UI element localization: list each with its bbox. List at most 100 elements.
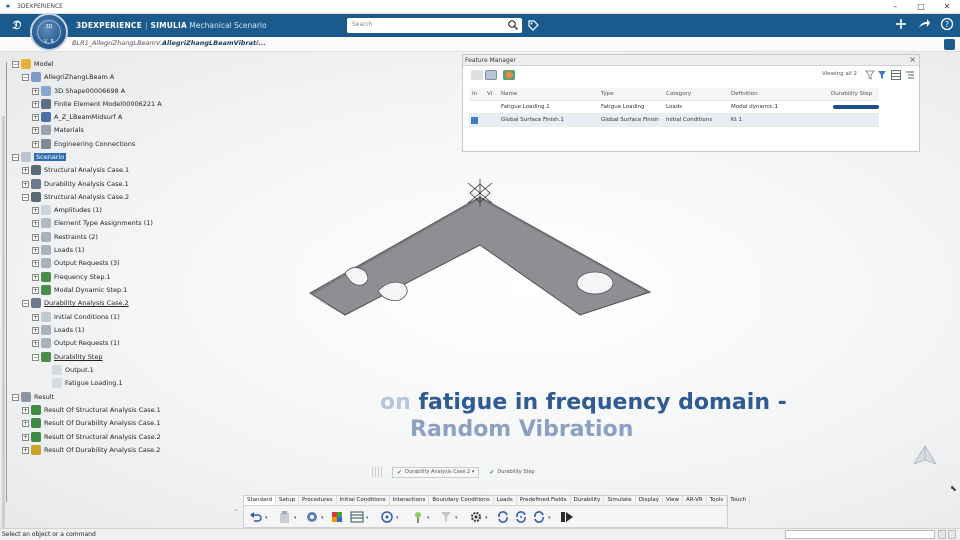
expand-icon[interactable]: + [32, 326, 39, 334]
tree-node-frequency-step[interactable]: + Frequency Step.1 [32, 271, 111, 283]
expand-icon[interactable]: + [32, 313, 39, 321]
tree-node-fatigue-loading[interactable]: Fatigue Loading.1 [52, 377, 123, 389]
dropdown-icon[interactable]: ▾ [396, 515, 399, 521]
filter-step-icon[interactable] [485, 70, 497, 80]
status-button-icon[interactable] [938, 530, 946, 539]
column-vi[interactable]: Vi [487, 91, 492, 97]
expand-icon[interactable]: + [22, 419, 29, 427]
tab-standard[interactable]: Standard [244, 496, 277, 505]
action-bar-toggle[interactable]: ⌄ [233, 505, 242, 527]
expand-icon[interactable]: + [32, 206, 39, 214]
expand-icon[interactable]: + [32, 273, 39, 281]
add-tab-button[interactable]: + [254, 38, 261, 47]
search-icon[interactable] [507, 19, 519, 31]
tree-node-3dshape[interactable]: +3D Shape00006698 A [32, 85, 125, 97]
tag-icon[interactable] [527, 19, 540, 32]
expand-icon[interactable]: + [22, 433, 29, 441]
column-in[interactable]: In [472, 91, 477, 97]
dropdown-icon[interactable]: ▾ [294, 515, 297, 521]
dropdown-icon[interactable]: ▾ [485, 515, 488, 521]
expand-icon[interactable]: + [22, 446, 29, 454]
tab-allegri-vibration[interactable]: AllegriZhangLBeamVibrati... [162, 39, 266, 47]
column-category[interactable]: Category [666, 91, 691, 97]
tab-initial-conditions[interactable]: Initial Conditions [337, 496, 390, 505]
tab-procedures[interactable]: Procedures [299, 496, 337, 505]
tree-node-output-requests-2[interactable]: + Output Requests (1) [32, 337, 120, 349]
close-icon[interactable]: × [909, 55, 916, 64]
tree-node-initial-conditions[interactable]: + Initial Conditions (1) [32, 311, 120, 323]
l-beam-model[interactable] [300, 175, 660, 325]
expand-icon[interactable]: + [32, 233, 39, 241]
close-button[interactable]: ✕ [934, 0, 960, 14]
material-icon[interactable] [330, 510, 344, 524]
tab-display[interactable]: Display [636, 496, 663, 505]
maximize-button[interactable]: □ [908, 0, 934, 14]
tree-node-dac1[interactable]: + Durability Analysis Case.1 [22, 178, 129, 190]
grip-icon[interactable] [372, 467, 384, 477]
dropdown-icon[interactable]: ▾ [455, 515, 458, 521]
step-selector[interactable]: ✔ Durability Step [485, 468, 538, 477]
expand-icon[interactable]: + [32, 126, 39, 134]
tree-node-model[interactable]: − Model [12, 58, 54, 70]
search-input[interactable]: Search [347, 18, 522, 33]
collapse-icon[interactable]: − [22, 193, 29, 201]
expand-icon[interactable]: + [32, 259, 39, 267]
column-name[interactable]: Name [501, 91, 517, 97]
collapse-icon[interactable]: − [12, 393, 19, 401]
dropdown-icon[interactable]: ▾ [265, 515, 268, 521]
tree-node-materials[interactable]: + Materials [32, 124, 84, 136]
update-all-icon[interactable] [514, 510, 528, 524]
dropdown-icon[interactable]: ▾ [548, 515, 551, 521]
collapse-icon[interactable]: − [12, 153, 19, 161]
share-icon[interactable] [917, 17, 931, 31]
tree-node-element-type[interactable]: + Element Type Assignments (1) [32, 217, 153, 229]
tree-node-modal-dynamic[interactable]: + Modal Dynamic Step.1 [32, 284, 127, 296]
tab-predefined-fields[interactable]: Predefined Fields [517, 496, 571, 505]
refresh-icon[interactable] [532, 510, 546, 524]
tab-simulate[interactable]: Simulate [604, 496, 636, 505]
tab-tools[interactable]: Tools [707, 496, 728, 505]
expand-icon[interactable]: + [32, 113, 39, 121]
tab-boundary-conditions[interactable]: Boundary Conditions [429, 496, 494, 505]
filter-icon[interactable] [439, 510, 453, 524]
include-checkbox[interactable] [471, 117, 478, 124]
tree-node-result-sac1[interactable]: + Result Of Structural Analysis Case.1 [22, 404, 161, 416]
fullscreen-icon[interactable] [944, 39, 955, 50]
tree-node-scenario[interactable]: − Scenario [12, 151, 67, 163]
tree-node-amplitudes[interactable]: + Amplitudes (1) [32, 204, 102, 216]
tree-node-loads[interactable]: + Loads (1) [32, 244, 84, 256]
tree-node-result-dac2[interactable]: + Result Of Durability Analysis Case.2 [22, 444, 160, 456]
tree-node-result-sac2[interactable]: + Result Of Structural Analysis Case.2 [22, 431, 161, 443]
table-row[interactable]: Fatigue Loading.1 Fatigue Loading Loads … [469, 101, 879, 114]
expand-icon[interactable]: + [22, 406, 29, 414]
column-definition[interactable]: Definition [731, 91, 758, 97]
dropdown-icon[interactable]: ▾ [321, 515, 324, 521]
expand-icon[interactable]: + [32, 286, 39, 294]
help-icon[interactable]: ? [940, 17, 954, 31]
filter-all-icon[interactable] [471, 70, 483, 80]
settings-icon[interactable] [469, 510, 483, 524]
column-durability-step[interactable]: Durability Step [831, 91, 872, 97]
tree-node-result[interactable]: − Result [12, 391, 54, 403]
tree-node-output1[interactable]: Output.1 [52, 364, 94, 376]
undo-icon[interactable] [249, 510, 263, 524]
tab-view[interactable]: View [663, 496, 684, 505]
tab-durability[interactable]: Durability [571, 496, 605, 505]
tree-node-connections[interactable]: + Engineering Connections [32, 138, 135, 150]
filter-active-icon[interactable] [877, 70, 887, 80]
tab-ar-vr[interactable]: AR-VR [683, 496, 707, 505]
expand-icon[interactable]: + [32, 339, 39, 347]
ds-brand-icon[interactable]: 𝔇 [4, 18, 28, 33]
tab-setup[interactable]: Setup [276, 496, 300, 505]
color-filter-icon[interactable] [503, 70, 515, 80]
collapse-icon[interactable]: − [12, 60, 19, 68]
update-icon[interactable] [496, 510, 510, 524]
tree-node-allegri[interactable]: − AllegriZhangLBeam A [22, 71, 114, 83]
simulate-icon[interactable] [560, 510, 574, 524]
tree-node-durability-step[interactable]: − Durability Step [32, 351, 103, 363]
fit-view-icon[interactable] [305, 510, 319, 524]
command-input[interactable] [785, 530, 935, 539]
compass-widget[interactable]: 3D V, R [30, 13, 68, 51]
axis-triad-icon[interactable] [910, 442, 940, 472]
add-icon[interactable] [894, 17, 908, 31]
